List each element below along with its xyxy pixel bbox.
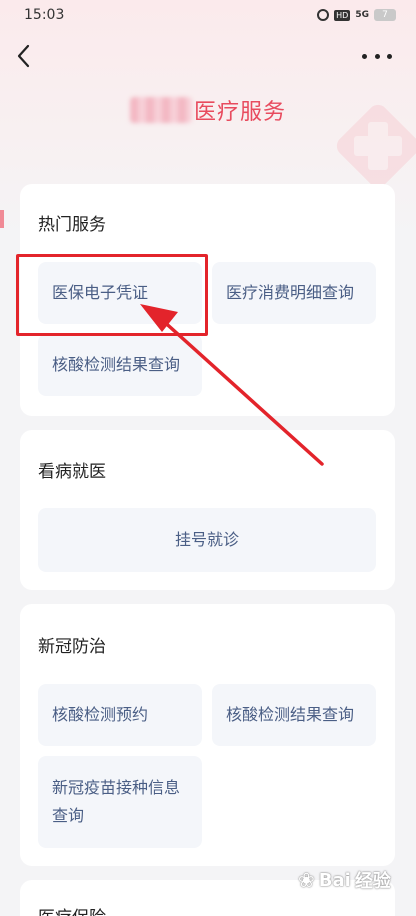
status-bar: 15:03 HD 5G 7 [0, 0, 416, 30]
more-icon-dot [387, 53, 392, 59]
tile-nucleic-appointment[interactable]: 核酸检测预约 [38, 684, 202, 746]
status-icons: HD 5G 7 [317, 9, 396, 21]
watermark-brand-suffix: 经验 [354, 871, 391, 892]
section-accent-bar [0, 210, 4, 228]
back-button[interactable] [14, 40, 40, 72]
battery-icon: 7 [374, 9, 396, 21]
section-title-covid: 新冠防治 [38, 637, 106, 657]
baidu-paw-icon: ❀ [298, 868, 315, 892]
signal-indicator: 5G [355, 10, 369, 20]
section-title-insurance: 医疗保险 [38, 903, 106, 916]
more-button[interactable] [362, 44, 392, 68]
section-title-clinic: 看病就医 [38, 462, 106, 482]
page-title: 医疗服务 [194, 100, 287, 125]
baidu-watermark: ❀ Bai 经验 [298, 860, 410, 900]
status-time: 15:03 [24, 7, 65, 23]
alarm-icon [317, 9, 330, 21]
tile-vaccine-info-query[interactable]: 新冠疫苗接种信息查询 [38, 756, 202, 848]
back-icon [17, 44, 30, 68]
watermark-brand: Bai [318, 869, 351, 891]
nav-bar [0, 36, 416, 76]
tile-nucleic-result-query[interactable]: 核酸检测结果查询 [38, 334, 202, 396]
tile-medical-expense-query[interactable]: 医疗消费明细查询 [212, 262, 376, 324]
page-title-row: 医疗服务 [130, 94, 286, 126]
hd-badge: HD [334, 9, 351, 21]
tile-registration[interactable]: 挂号就诊 [38, 508, 376, 572]
section-title-hot: 热门服务 [38, 215, 106, 235]
more-icon-dot [374, 53, 380, 59]
tile-medical-insurance-ecert[interactable]: 医保电子凭证 [38, 262, 202, 324]
medical-cross-icon [336, 104, 416, 188]
tile-nucleic-result-query-2[interactable]: 核酸检测结果查询 [212, 684, 376, 746]
more-icon-dot [362, 53, 367, 59]
blurred-region-name [130, 97, 192, 123]
